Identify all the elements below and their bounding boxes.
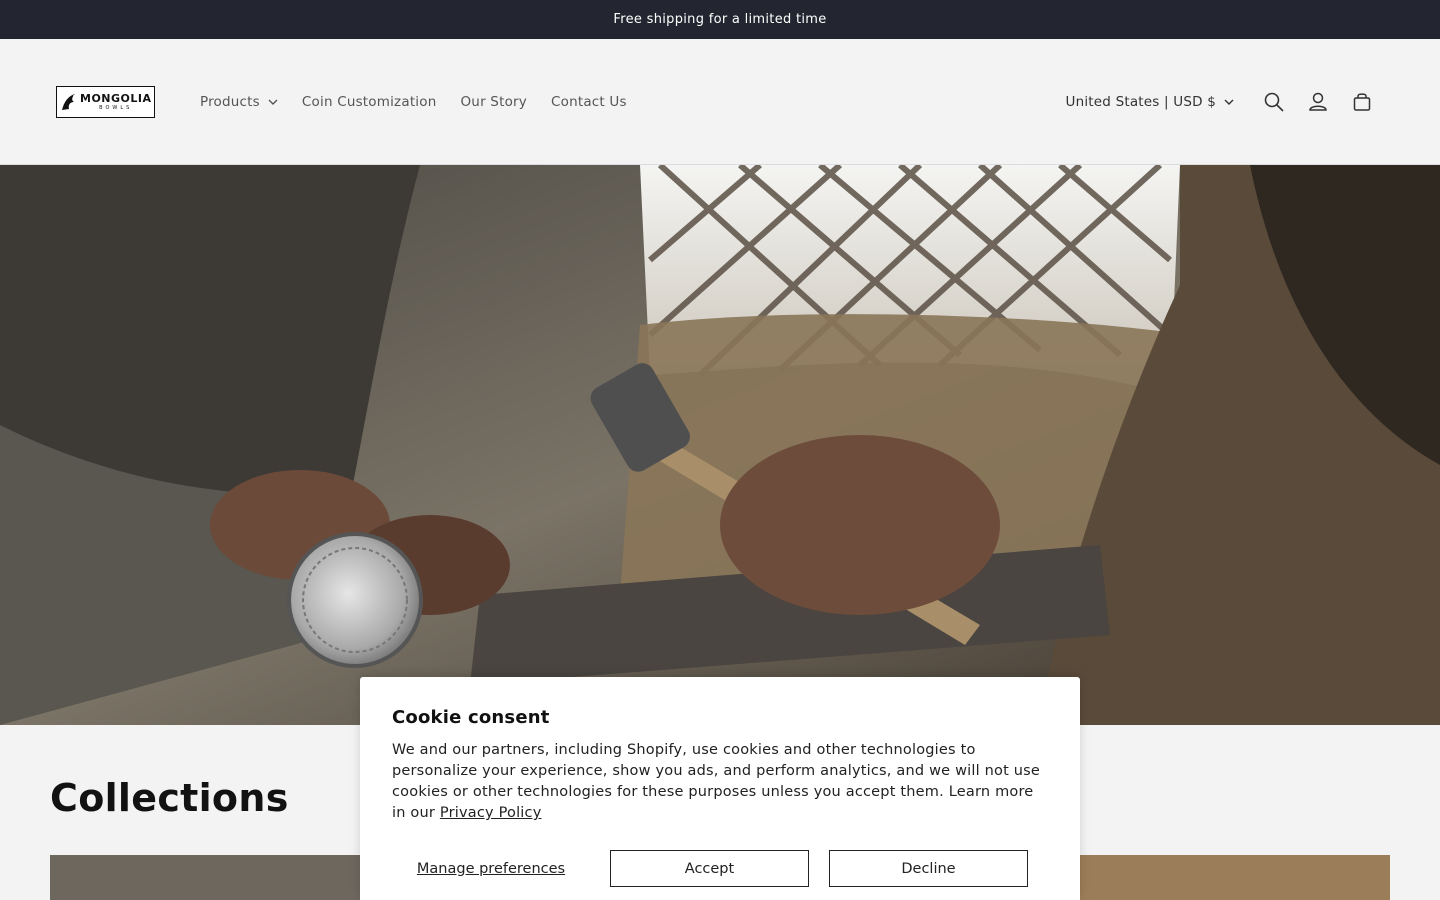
nav-item-contact-us[interactable]: Contact Us — [551, 94, 627, 110]
privacy-policy-link[interactable]: Privacy Policy — [440, 805, 542, 821]
announcement-text: Free shipping for a limited time — [613, 12, 827, 27]
chevron-down-icon — [1224, 99, 1234, 105]
main-nav: Products Coin Customization Our Story Co… — [200, 39, 651, 165]
account-button[interactable] — [1296, 80, 1340, 124]
country-currency-label: United States | USD $ — [1065, 94, 1216, 110]
collections-heading: Collections — [50, 776, 289, 820]
nav-item-label: Contact Us — [550, 94, 627, 110]
logo-subtitle: BOWLS — [99, 105, 133, 111]
cookie-description: We and our partners, including Shopify, … — [392, 740, 1048, 824]
decline-button[interactable]: Decline — [829, 850, 1028, 887]
manage-preferences-button[interactable]: Manage preferences — [392, 861, 590, 877]
nav-item-coin-customization[interactable]: Coin Customization — [302, 94, 437, 110]
country-currency-selector[interactable]: United States | USD $ — [1066, 94, 1234, 110]
collection-card-image[interactable] — [50, 855, 370, 900]
hero-banner-image — [0, 165, 1440, 725]
nav-item-label: Coin Customization — [301, 94, 437, 110]
cookie-actions: Manage preferences Accept Decline — [392, 850, 1048, 887]
collection-card-image[interactable] — [1070, 855, 1390, 900]
nav-item-our-story[interactable]: Our Story — [460, 94, 527, 110]
logo-wordmark: MONGOLIA — [80, 92, 152, 105]
cookie-title: Cookie consent — [392, 707, 550, 728]
nav-item-label: Products — [200, 94, 260, 110]
accept-button[interactable]: Accept — [610, 850, 809, 887]
chevron-down-icon — [268, 99, 278, 105]
cart-icon — [1353, 93, 1371, 111]
site-header: MONGOLIA BOWLS Products Coin Customizati… — [0, 39, 1440, 165]
account-icon — [1309, 92, 1327, 111]
eagle-logo-icon — [62, 94, 75, 110]
announcement-bar: Free shipping for a limited time — [0, 0, 1440, 39]
cart-button[interactable] — [1340, 80, 1384, 124]
cookie-consent-dialog: Cookie consent We and our partners, incl… — [360, 677, 1080, 900]
site-logo[interactable]: MONGOLIA BOWLS — [56, 86, 155, 118]
nav-item-label: Our Story — [460, 94, 527, 110]
nav-item-products[interactable]: Products — [200, 94, 278, 110]
header-actions: United States | USD $ — [1066, 39, 1384, 165]
search-icon — [1264, 92, 1284, 112]
search-button[interactable] — [1252, 80, 1296, 124]
hero-illustration — [0, 165, 1440, 725]
